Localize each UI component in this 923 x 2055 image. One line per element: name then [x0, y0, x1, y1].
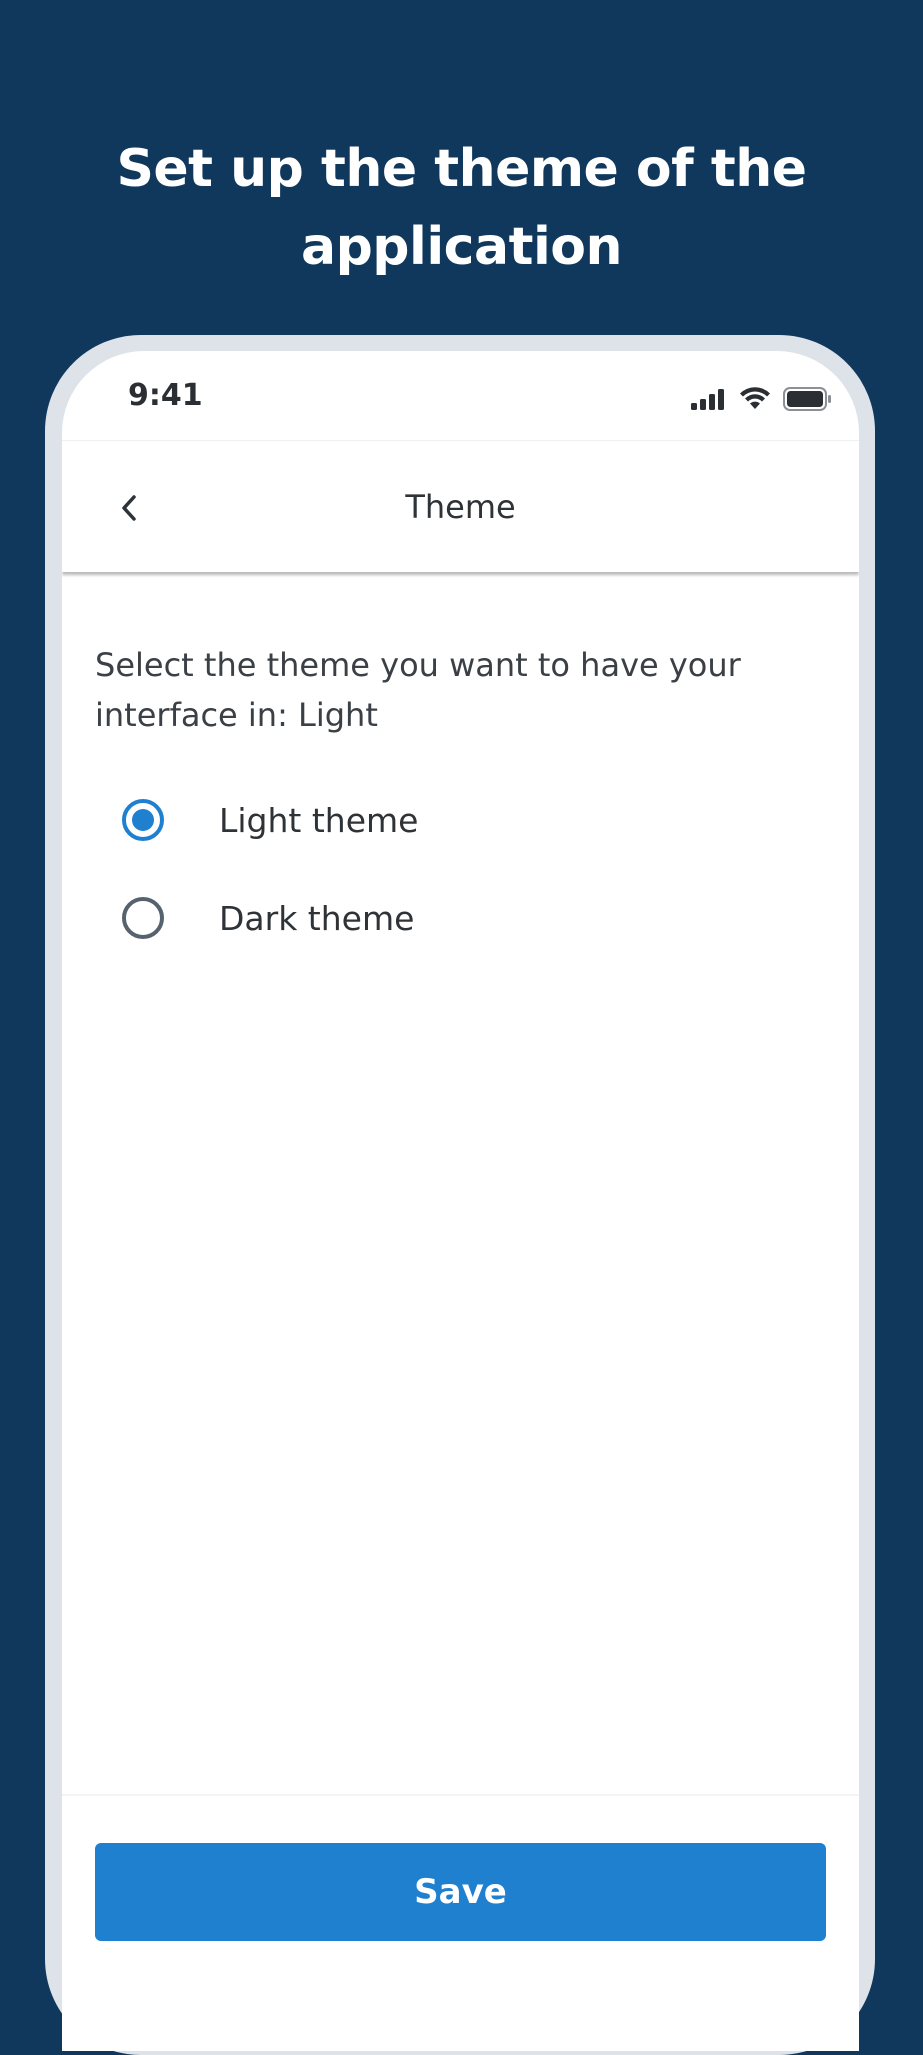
- radio-checked[interactable]: [122, 799, 164, 841]
- status-icons: [691, 387, 831, 415]
- wifi-icon: [739, 387, 771, 415]
- page-title: Theme: [405, 488, 516, 526]
- bottom-action-bar: Save: [62, 1794, 859, 2051]
- phone-screen: 9:41 Theme Select the theme you want to …: [62, 351, 859, 2051]
- battery-icon: [783, 387, 831, 415]
- marketing-headline: Set up the theme of the application: [0, 130, 923, 286]
- chevron-left-icon: [122, 495, 136, 521]
- app-bar: Theme: [62, 442, 859, 572]
- light-theme-option[interactable]: Light theme: [122, 790, 418, 850]
- status-time: 9:41: [128, 378, 203, 413]
- dark-theme-label: Dark theme: [219, 898, 415, 938]
- headline-line-2: application: [300, 217, 623, 277]
- headline-line-1: Set up the theme of the: [116, 139, 807, 199]
- save-button[interactable]: Save: [95, 1843, 826, 1941]
- dark-theme-option[interactable]: Dark theme: [122, 888, 414, 948]
- light-theme-label: Light theme: [219, 800, 419, 840]
- back-button[interactable]: [102, 480, 158, 536]
- radio-unchecked[interactable]: [122, 897, 164, 939]
- signal-icon: [691, 388, 727, 414]
- status-bar: 9:41: [62, 351, 859, 441]
- theme-prompt: Select the theme you want to have your i…: [95, 646, 741, 734]
